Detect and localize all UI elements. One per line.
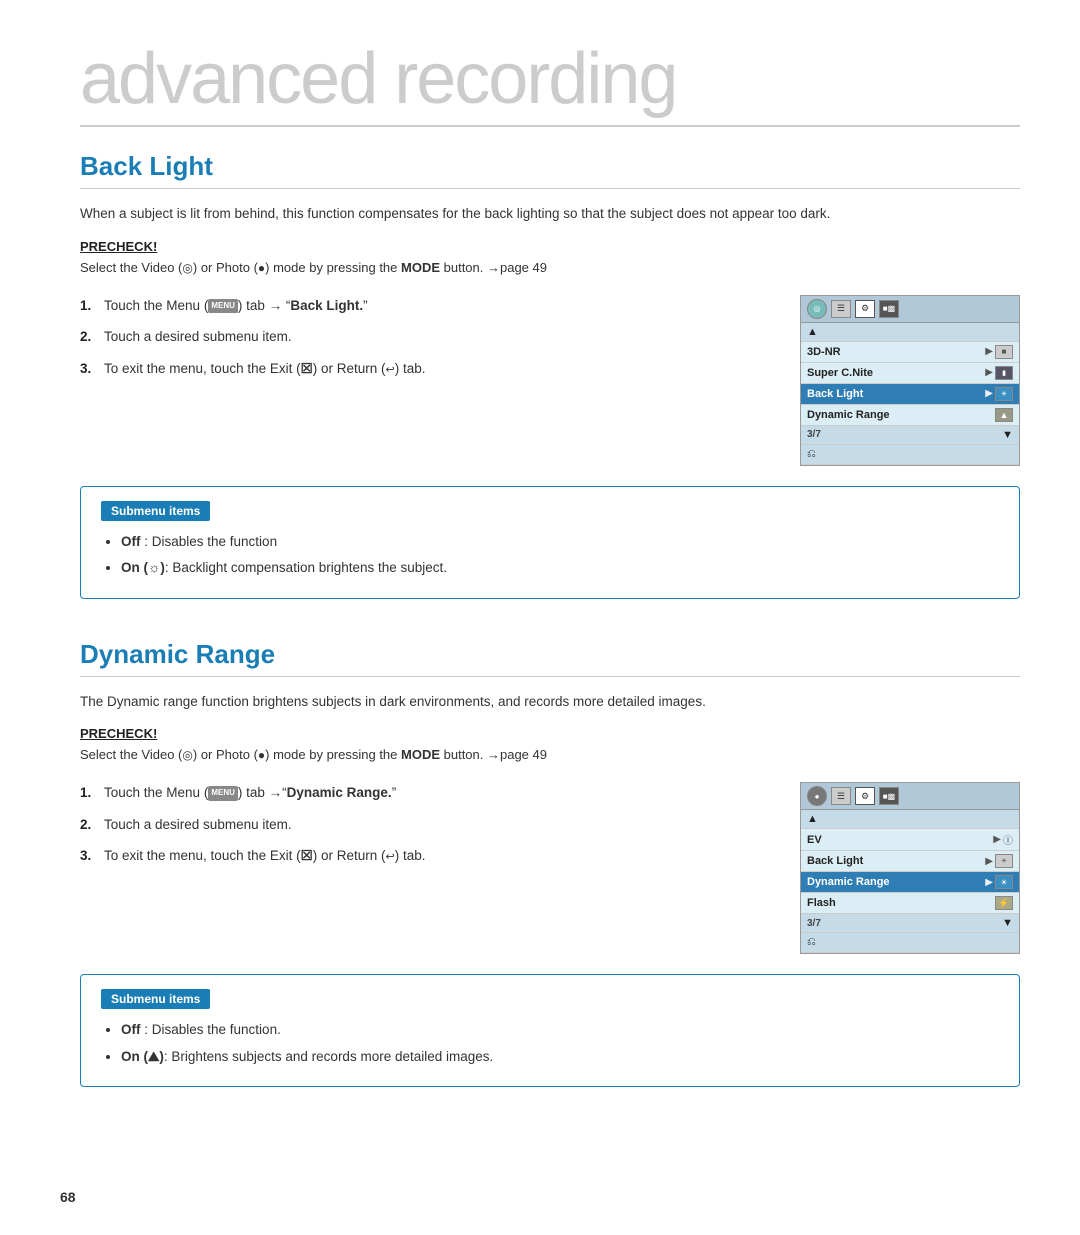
- menu1-icon-gear: ⚙: [855, 300, 875, 318]
- menu2-row-ev: EV ▶ Ⓘ: [801, 829, 1019, 851]
- page-title: advanced recording: [80, 40, 1020, 127]
- section1-steps-row: 1. Touch the Menu (MENU) tab → “Back Lig…: [80, 295, 1020, 466]
- menu2-icon-photo: ●: [807, 786, 827, 806]
- section-back-light: Back Light When a subject is lit from be…: [80, 151, 1020, 599]
- section1-description: When a subject is lit from behind, this …: [80, 203, 1020, 225]
- step2-item1: 1. Touch the Menu (MENU) tab →“Dynamic R…: [80, 782, 770, 804]
- section2-precheck-label: PRECHECK!: [80, 726, 1020, 741]
- page-number: 68: [60, 1189, 76, 1205]
- menu1-row-3dnr: 3D-NR ▶ ■: [801, 342, 1019, 363]
- section1-submenu-list: Off : Disables the function On (☼): Back…: [101, 531, 999, 579]
- menu2-header-icons: ● ☰ ⚙ ■▩: [807, 786, 899, 806]
- menu2-return-row: ⎌: [801, 933, 1019, 953]
- section2-menu-mockup: ● ☰ ⚙ ■▩ ▲ EV ▶ Ⓘ Back Light ▶ ☀ Dynami: [800, 782, 1020, 954]
- section2-submenu-item-on: On (⛰): Brightens subjects and records m…: [121, 1046, 999, 1068]
- menu2-icon-extra: ■▩: [879, 787, 899, 805]
- section2-steps-row: 1. Touch the Menu (MENU) tab →“Dynamic R…: [80, 782, 1020, 954]
- menu1-icon-video: ◎: [807, 299, 827, 319]
- section1-heading: Back Light: [80, 151, 1020, 189]
- menu2-row-dynrange: Dynamic Range ▶ ☀: [801, 872, 1019, 893]
- step1-item2: 2. Touch a desired submenu item.: [80, 326, 770, 348]
- menu1-header: ◎ ☰ ⚙ ■▩: [801, 296, 1019, 323]
- step1-item1: 1. Touch the Menu (MENU) tab → “Back Lig…: [80, 295, 770, 317]
- section2-submenu-title: Submenu items: [101, 989, 210, 1009]
- section-dynamic-range: Dynamic Range The Dynamic range function…: [80, 639, 1020, 1088]
- section1-submenu-box: Submenu items Off : Disables the functio…: [80, 486, 1020, 599]
- section1-precheck-label: PRECHECK!: [80, 239, 1020, 254]
- menu1-nav-up: ▲: [801, 323, 1019, 342]
- menu1-icon-list: ☰: [831, 300, 851, 318]
- section1-menu-mockup: ◎ ☰ ⚙ ■▩ ▲ 3D-NR ▶ ■ Super C.Nite ▶ ▮: [800, 295, 1020, 466]
- section2-submenu-item-off: Off : Disables the function.: [121, 1019, 999, 1041]
- section1-steps-list: 1. Touch the Menu (MENU) tab → “Back Lig…: [80, 295, 770, 390]
- menu1-header-icons: ◎ ☰ ⚙ ■▩: [807, 299, 899, 319]
- menu2-header: ● ☰ ⚙ ■▩: [801, 783, 1019, 810]
- menu1-row-dynrange: Dynamic Range ▲: [801, 405, 1019, 426]
- menu2-icon-gear: ⚙: [855, 787, 875, 805]
- section2-steps-list: 1. Touch the Menu (MENU) tab →“Dynamic R…: [80, 782, 770, 877]
- section2-precheck-text: Select the Video (◎) or Photo (●) mode b…: [80, 745, 1020, 766]
- section2-submenu-list: Off : Disables the function. On (⛰): Bri…: [101, 1019, 999, 1067]
- menu1-row-supercnite: Super C.Nite ▶ ▮: [801, 363, 1019, 384]
- step1-item3: 3. To exit the menu, touch the Exit (☒) …: [80, 358, 770, 380]
- section2-description: The Dynamic range function brightens sub…: [80, 691, 1020, 713]
- menu2-row-backlight: Back Light ▶ ☀: [801, 851, 1019, 872]
- menu2-nav-indicator: 3/7 ▼: [801, 914, 1019, 933]
- menu2-row-flash: Flash ⚡: [801, 893, 1019, 914]
- step2-item2: 2. Touch a desired submenu item.: [80, 814, 770, 836]
- step2-item3: 3. To exit the menu, touch the Exit (☒) …: [80, 845, 770, 867]
- menu2-icon-list: ☰: [831, 787, 851, 805]
- section1-precheck-text: Select the Video (◎) or Photo (●) mode b…: [80, 258, 1020, 279]
- section2-submenu-box: Submenu items Off : Disables the functio…: [80, 974, 1020, 1087]
- section1-submenu-item-on: On (☼): Backlight compensation brightens…: [121, 557, 999, 579]
- menu1-nav-indicator: 3/7 ▼: [801, 426, 1019, 445]
- menu1-return-row: ⎌: [801, 445, 1019, 465]
- menu1-icon-extra: ■▩: [879, 300, 899, 318]
- menu2-nav-up: ▲: [801, 810, 1019, 829]
- section1-submenu-title: Submenu items: [101, 501, 210, 521]
- menu1-row-backlight: Back Light ▶ ☀: [801, 384, 1019, 405]
- section1-submenu-item-off: Off : Disables the function: [121, 531, 999, 553]
- section2-heading: Dynamic Range: [80, 639, 1020, 677]
